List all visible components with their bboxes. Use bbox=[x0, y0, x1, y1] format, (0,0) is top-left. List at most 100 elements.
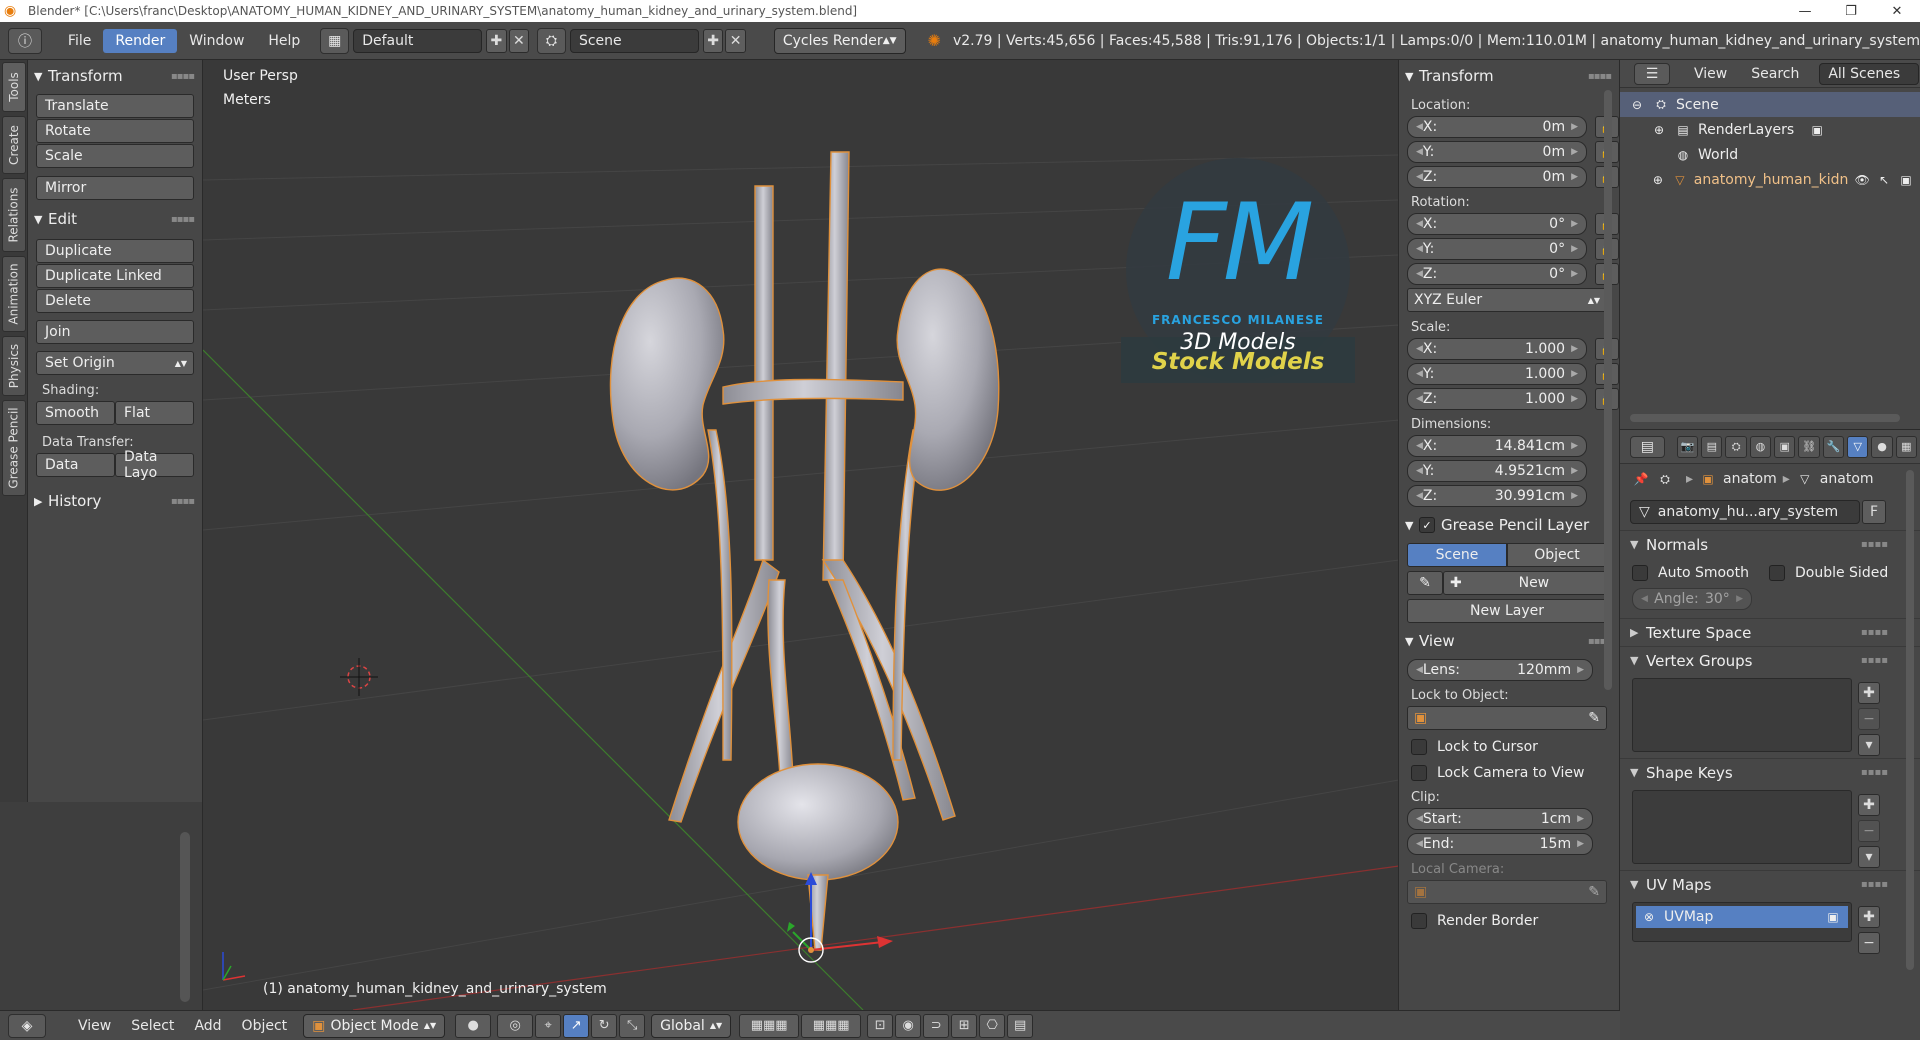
mesh-datablock-field[interactable]: ▽ anatomy_hu...ary_system bbox=[1630, 500, 1860, 524]
n-view-header[interactable]: ▼ View ▪▪▪▪ bbox=[1399, 629, 1619, 653]
rotate-manipulator-icon[interactable]: ↻ bbox=[591, 1013, 618, 1038]
selectable-arrow-icon[interactable]: ↖ bbox=[1876, 171, 1892, 189]
renderable-camera-icon[interactable]: ▣ bbox=[1898, 171, 1914, 189]
panel-grip-icon[interactable]: ▪▪▪▪ bbox=[171, 214, 195, 225]
dimensions-z-field[interactable]: ◀ Z: 30.991cm ▶ bbox=[1407, 485, 1587, 507]
lock-camera-checkbox[interactable] bbox=[1411, 765, 1427, 781]
tab-tools[interactable]: Tools bbox=[2, 62, 26, 112]
n-panel-scrollbar[interactable] bbox=[1604, 90, 1612, 690]
data-layout-button[interactable]: Data Layo bbox=[115, 449, 194, 481]
add-uv-map-button[interactable]: ✚ bbox=[1858, 906, 1880, 928]
menu-add[interactable]: Add bbox=[184, 1014, 231, 1038]
properties-scrollbar[interactable] bbox=[1906, 470, 1914, 970]
dimensions-x-field[interactable]: ◀ X: 14.841cm ▶ bbox=[1407, 435, 1587, 457]
render-toggle-icon[interactable]: ▣ bbox=[1808, 121, 1826, 139]
pencil-icon[interactable]: ✎ bbox=[1407, 571, 1443, 595]
scale-z-field[interactable]: ◀ Z: 1.000 ▶ bbox=[1407, 388, 1587, 410]
scene-icon[interactable]: ⛭ bbox=[537, 27, 566, 54]
render-opengl-icon[interactable]: ⎔ bbox=[979, 1013, 1006, 1038]
world-tab-icon[interactable]: ◍ bbox=[1749, 435, 1772, 458]
auto-smooth-checkbox[interactable] bbox=[1632, 565, 1648, 581]
scale-manipulator-icon[interactable]: ⤡ bbox=[619, 1013, 646, 1038]
screen-layout-icon[interactable]: ▦ bbox=[320, 27, 350, 54]
3d-cursor-icon[interactable] bbox=[340, 658, 378, 696]
tab-physics[interactable]: Physics bbox=[2, 336, 26, 396]
grease-new-layer-button[interactable]: New Layer bbox=[1407, 599, 1607, 623]
scale-x-field[interactable]: ◀ X: 1.000 ▶ bbox=[1407, 338, 1587, 360]
manipulator-toggle-icon[interactable]: ⌖ bbox=[535, 1013, 562, 1038]
layers-grid-left-icon[interactable]: ▦▦▦ bbox=[739, 1013, 800, 1038]
scale-button[interactable]: Scale bbox=[36, 144, 194, 168]
mirror-button[interactable]: Mirror bbox=[36, 176, 194, 200]
visibility-eye-icon[interactable]: 👁 bbox=[1854, 171, 1870, 189]
transform-orientation-dropdown[interactable]: Global ▲▼ bbox=[651, 1013, 732, 1038]
history-panel-header[interactable]: ▶ History ▪▪▪▪ bbox=[28, 489, 202, 513]
constraints-tab-icon[interactable]: ⛓ bbox=[1798, 435, 1820, 458]
editor-type-outliner-icon[interactable]: ☰ bbox=[1634, 62, 1670, 85]
panel-grip-icon[interactable]: ▪▪▪▪ bbox=[1861, 655, 1888, 666]
editor-type-3d-view-icon[interactable]: ◈ bbox=[8, 1013, 46, 1038]
menu-render[interactable]: Render bbox=[103, 28, 178, 53]
dimensions-y-field[interactable]: ◀ Y: 4.9521cm ▶ bbox=[1407, 460, 1587, 482]
transform-panel-header[interactable]: ▼ Transform ▪▪▪▪ bbox=[28, 64, 202, 88]
lock-layers-icon[interactable]: ⊡ bbox=[867, 1013, 894, 1038]
snap-toggle-icon[interactable]: ⊃ bbox=[923, 1013, 950, 1038]
shape-key-menu-icon[interactable]: ▾ bbox=[1858, 846, 1880, 868]
render-border-checkbox[interactable] bbox=[1411, 913, 1427, 929]
join-button[interactable]: Join bbox=[36, 320, 194, 344]
rotation-y-field[interactable]: ◀ Y: 0° ▶ bbox=[1407, 238, 1587, 260]
uv-maps-panel-header[interactable]: ▼ UV Maps ▪▪▪▪ bbox=[1620, 870, 1920, 898]
panel-grip-icon[interactable]: ▪▪▪▪ bbox=[1861, 879, 1888, 890]
interaction-mode-dropdown[interactable]: ▣ Object Mode ▲▼ bbox=[303, 1013, 446, 1038]
render-engine-dropdown[interactable]: Cycles Render ▲▼ bbox=[773, 27, 906, 54]
expand-icon[interactable]: ⊕ bbox=[1650, 121, 1668, 139]
flat-button[interactable]: Flat bbox=[115, 401, 194, 425]
vertex-groups-list[interactable] bbox=[1632, 678, 1852, 752]
local-camera-field[interactable]: ▣ ✎ bbox=[1407, 880, 1607, 904]
operator-scrollbar[interactable] bbox=[180, 832, 190, 1002]
smooth-button[interactable]: Smooth bbox=[36, 401, 115, 425]
tab-animation[interactable]: Animation bbox=[2, 256, 26, 332]
panel-grip-icon[interactable]: ▪▪▪▪ bbox=[171, 496, 195, 507]
outliner-scene-row[interactable]: ⊖ ⛭ Scene bbox=[1620, 92, 1920, 117]
scale-y-field[interactable]: ◀ Y: 1.000 ▶ bbox=[1407, 363, 1587, 385]
minimize-button[interactable]: — bbox=[1782, 4, 1828, 19]
panel-grip-icon[interactable]: ▪▪▪▪ bbox=[171, 71, 195, 82]
proportional-edit-icon[interactable]: ◉ bbox=[895, 1013, 922, 1038]
pivot-point-icon[interactable]: ◎ bbox=[497, 1013, 534, 1038]
duplicate-button[interactable]: Duplicate bbox=[36, 239, 194, 263]
edit-panel-header[interactable]: ▼ Edit ▪▪▪▪ bbox=[28, 207, 202, 231]
panel-grip-icon[interactable]: ▪▪▪▪ bbox=[1861, 627, 1888, 638]
duplicate-linked-button[interactable]: Duplicate Linked bbox=[36, 264, 194, 288]
grease-new-button[interactable]: ✚ New bbox=[1443, 571, 1607, 595]
menu-select[interactable]: Select bbox=[121, 1014, 184, 1038]
remove-uv-map-button[interactable]: − bbox=[1858, 932, 1880, 954]
outliner-filter-dropdown[interactable]: All Scenes bbox=[1819, 62, 1920, 85]
delete-button[interactable]: Delete bbox=[36, 289, 194, 313]
data-transfer-button[interactable]: Data bbox=[36, 453, 115, 477]
grease-object-button[interactable]: Object bbox=[1507, 543, 1607, 567]
screen-layout-field[interactable]: Default bbox=[353, 28, 483, 53]
maximize-button[interactable]: ❐ bbox=[1828, 4, 1874, 19]
mesh-data-tab-icon[interactable]: ▽ bbox=[1847, 435, 1869, 458]
menu-file[interactable]: File bbox=[56, 29, 103, 53]
grease-pencil-layer-header[interactable]: ▼ ✓ Grease Pencil Layer bbox=[1399, 513, 1619, 537]
add-layout-button[interactable]: ✚ bbox=[486, 28, 507, 53]
collapse-icon[interactable]: ⊖ bbox=[1628, 96, 1646, 114]
double-sided-checkbox[interactable] bbox=[1768, 565, 1785, 581]
set-origin-dropdown[interactable]: Set Origin ▲▼ bbox=[36, 351, 194, 375]
snap-element-icon[interactable]: ⊞ bbox=[951, 1013, 978, 1038]
lock-cursor-checkbox[interactable] bbox=[1411, 739, 1427, 755]
lock-object-field[interactable]: ▣ ✎ bbox=[1407, 706, 1607, 730]
modifiers-tab-icon[interactable]: 🔧 bbox=[1822, 435, 1845, 458]
eyedropper-icon[interactable]: ✎ bbox=[1588, 710, 1600, 726]
outliner-world-row[interactable]: ◍ World bbox=[1620, 142, 1920, 167]
add-scene-button[interactable]: ✚ bbox=[702, 28, 724, 53]
n-transform-header[interactable]: ▼ Transform ▪▪▪▪ bbox=[1399, 64, 1619, 88]
translate-button[interactable]: Translate bbox=[36, 94, 194, 118]
rotation-z-field[interactable]: ◀ Z: 0° ▶ bbox=[1407, 263, 1587, 285]
vertex-groups-panel-header[interactable]: ▼ Vertex Groups ▪▪▪▪ bbox=[1620, 646, 1920, 674]
vertex-group-menu-icon[interactable]: ▾ bbox=[1858, 734, 1880, 756]
editor-type-properties-icon[interactable]: ▤ bbox=[1630, 435, 1665, 458]
texture-tab-icon[interactable]: ▦ bbox=[1895, 435, 1917, 458]
